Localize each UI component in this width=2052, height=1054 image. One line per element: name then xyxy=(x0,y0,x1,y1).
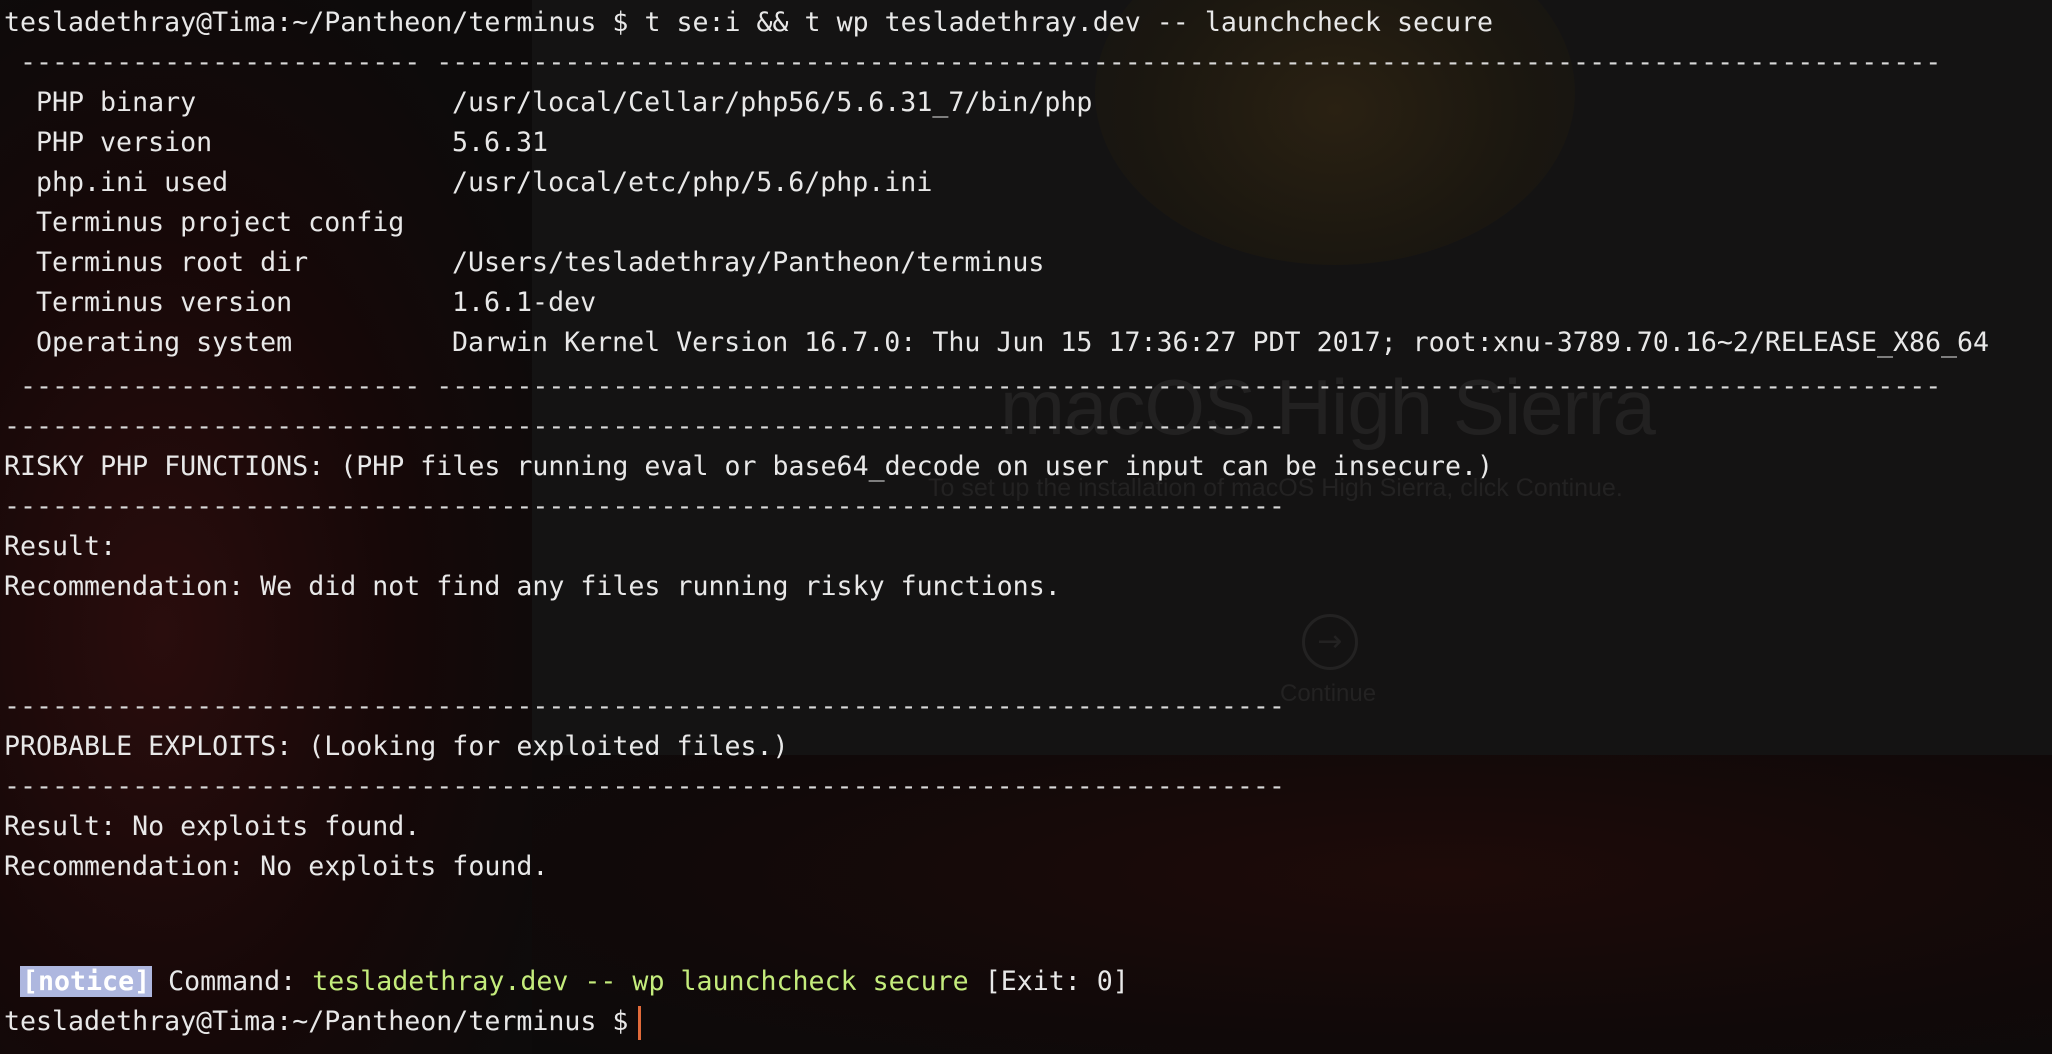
exploits-recommendation: Recommendation: No exploits found. xyxy=(4,851,549,882)
notice-label: Command: xyxy=(168,966,297,997)
section-separator: ----------------------------------------… xyxy=(4,771,1285,802)
info-value: Darwin Kernel Version 16.7.0: Thu Jun 15… xyxy=(452,327,1990,358)
table-separator-top: ------------------------- --------------… xyxy=(4,47,1958,78)
info-label: PHP version xyxy=(36,127,213,158)
prompt: tesladethray@Tima:~/Pantheon/terminus $ xyxy=(4,7,629,38)
section-separator: ----------------------------------------… xyxy=(4,691,1285,722)
prompt: tesladethray@Tima:~/Pantheon/terminus $ xyxy=(4,1006,629,1037)
info-label: php.ini used xyxy=(36,167,229,198)
notice-exit-status: [Exit: 0] xyxy=(984,966,1129,997)
info-value: /usr/local/Cellar/php56/5.6.31_7/bin/php xyxy=(452,87,1093,118)
notice-badge: [notice] xyxy=(20,966,153,997)
risky-result: Result: xyxy=(4,531,117,562)
info-label: Terminus project config xyxy=(36,207,405,238)
info-value: 5.6.31 xyxy=(452,127,549,158)
text-cursor[interactable] xyxy=(638,1005,642,1040)
info-label: PHP binary xyxy=(36,87,197,118)
section-separator: ----------------------------------------… xyxy=(4,491,1285,522)
info-value: /usr/local/etc/php/5.6/php.ini xyxy=(452,167,933,198)
section-separator: ----------------------------------------… xyxy=(4,411,1285,442)
input-prompt-line[interactable]: tesladethray@Tima:~/Pantheon/terminus $ xyxy=(4,1002,642,1042)
exploits-result: Result: No exploits found. xyxy=(4,811,421,842)
terminal-output: tesladethray@Tima:~/Pantheon/terminus $ … xyxy=(0,0,2052,1054)
info-label: Operating system xyxy=(36,327,293,358)
risky-recommendation: Recommendation: We did not find any file… xyxy=(4,571,1061,602)
command-text: t se:i && t wp tesladethray.dev -- launc… xyxy=(644,7,1494,38)
risky-heading: RISKY PHP FUNCTIONS: (PHP files running … xyxy=(4,451,1494,482)
terminal-window[interactable]: macOS High Sierra To set up the installa… xyxy=(0,0,2052,1054)
notice-command: tesladethray.dev -- wp launchcheck secur… xyxy=(312,966,969,997)
table-separator-bottom: ------------------------- --------------… xyxy=(4,371,1958,402)
info-value: /Users/tesladethray/Pantheon/terminus xyxy=(452,247,1045,278)
command-line: tesladethray@Tima:~/Pantheon/terminus $ … xyxy=(4,3,1493,43)
notice-line: [notice] Command: tesladethray.dev -- wp… xyxy=(20,962,1129,1002)
exploits-heading: PROBABLE EXPLOITS: (Looking for exploite… xyxy=(4,731,789,762)
info-value: 1.6.1-dev xyxy=(452,287,597,318)
info-label: Terminus root dir xyxy=(36,247,309,278)
info-label: Terminus version xyxy=(36,287,293,318)
